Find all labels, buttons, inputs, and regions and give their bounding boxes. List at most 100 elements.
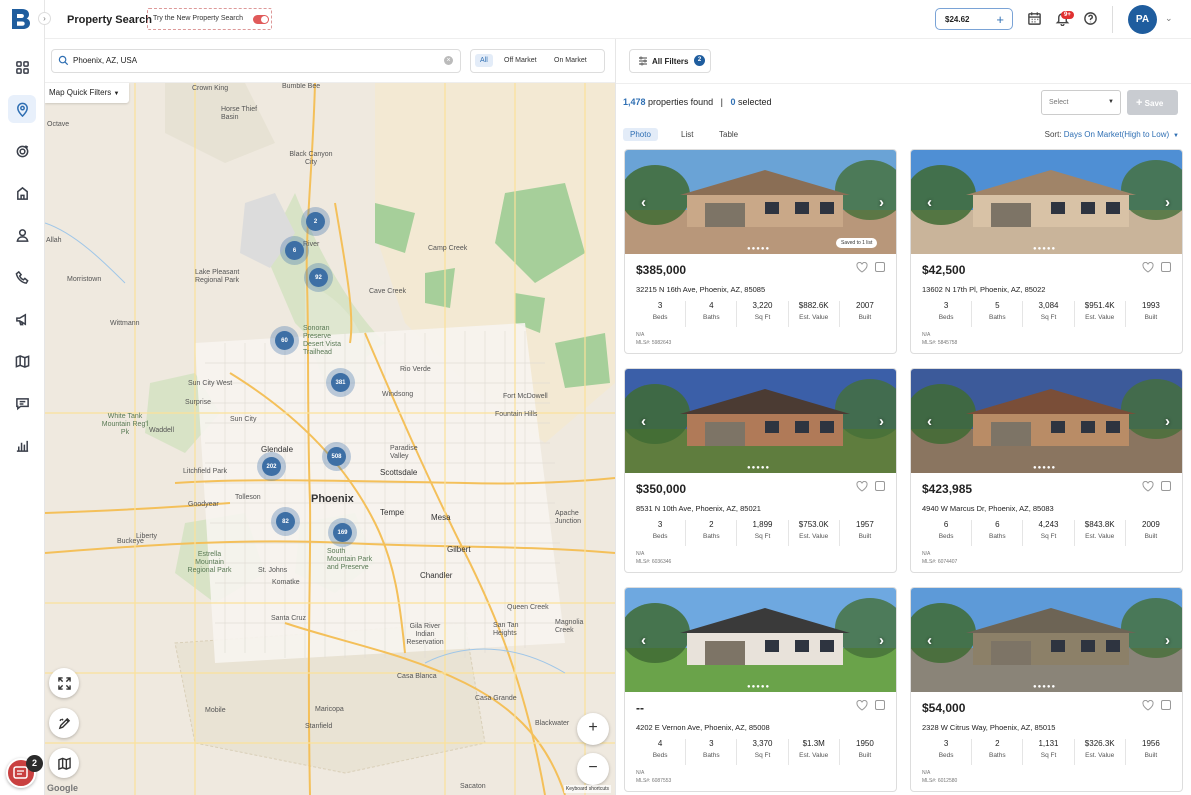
sidebar-collapse-toggle[interactable]: › (38, 12, 51, 25)
select-listing-checkbox[interactable] (875, 262, 885, 272)
map-cluster[interactable]: 82 (271, 507, 300, 536)
favorite-heart-icon[interactable] (856, 700, 868, 711)
map-cluster[interactable]: 202 (257, 452, 286, 481)
map-cluster[interactable]: 2 (301, 207, 330, 236)
sidebar-item-properties[interactable] (8, 179, 36, 207)
avatar[interactable]: PA (1128, 5, 1157, 34)
calendar-button[interactable] (1027, 11, 1043, 27)
next-photo-icon[interactable]: › (879, 413, 884, 430)
zoom-in-button[interactable]: + (577, 713, 609, 745)
sidebar-item-calls[interactable] (8, 263, 36, 291)
sidebar-item-maps[interactable] (8, 347, 36, 375)
map-label: Waddell (149, 427, 174, 435)
location-search-input[interactable]: Phoenix, AZ, USA × (51, 49, 461, 73)
listing-card[interactable]: ‹›●●●●●--4202 E Vernon Ave, Phoenix, AZ,… (624, 587, 897, 792)
sidebar-item-leads[interactable] (8, 137, 36, 165)
listing-photo[interactable]: ‹›●●●●● (911, 588, 1183, 692)
prev-photo-icon[interactable]: ‹ (927, 194, 932, 211)
listing-card[interactable]: ‹›●●●●●$350,0008531 N 10th Ave, Phoenix,… (624, 368, 897, 573)
map-label: Casa Blanca (397, 673, 437, 681)
new-search-switch[interactable] (253, 15, 269, 24)
favorite-heart-icon[interactable] (1142, 262, 1154, 273)
select-listing-checkbox[interactable] (875, 481, 885, 491)
next-photo-icon[interactable]: › (879, 194, 884, 211)
prev-photo-icon[interactable]: ‹ (641, 413, 646, 430)
credit-balance[interactable]: $24.62 + (935, 8, 1013, 30)
map-cluster[interactable]: 508 (322, 442, 351, 471)
map-cluster[interactable]: 381 (326, 368, 355, 397)
segment-off-market[interactable]: Off Market (499, 54, 542, 67)
save-button[interactable]: + Save (1127, 90, 1178, 115)
draw-area-button[interactable] (49, 708, 79, 738)
map-type-button[interactable] (49, 748, 79, 778)
page-title: Property Search (67, 14, 152, 26)
bulk-action-select[interactable]: Select ▼ (1041, 90, 1121, 115)
prev-photo-icon[interactable]: ‹ (927, 413, 932, 430)
listing-photo[interactable]: ‹›●●●●● (625, 369, 897, 473)
add-credit-icon[interactable]: + (996, 12, 1004, 27)
listing-card[interactable]: ‹›●●●●●Saved to 1 list$385,00032215 N 16… (624, 149, 897, 354)
map-label: Litchfield Park (183, 468, 227, 476)
listing-photo[interactable]: ‹›●●●●● (911, 150, 1183, 254)
next-photo-icon[interactable]: › (1165, 413, 1170, 430)
tab-photo[interactable]: Photo (623, 128, 658, 141)
sidebar-item-reports[interactable] (8, 431, 36, 459)
app-logo[interactable] (8, 6, 34, 32)
sidebar-item-marketing[interactable] (8, 305, 36, 333)
stat-value: 3,370 (737, 739, 787, 748)
all-filters-button[interactable]: All Filters 2 (629, 49, 711, 73)
next-photo-icon[interactable]: › (1165, 632, 1170, 649)
tab-table[interactable]: Table (712, 128, 745, 141)
calendar-icon (1027, 11, 1042, 26)
search-value: Phoenix, AZ, USA (73, 56, 137, 65)
listing-photo[interactable]: ‹›●●●●●Saved to 1 list (625, 150, 897, 254)
keyboard-shortcuts-link[interactable]: Keyboard shortcuts (564, 785, 611, 793)
help-button[interactable] (1083, 11, 1099, 27)
bar-chart-icon (15, 438, 30, 453)
map-pin-icon (15, 102, 30, 117)
map-cluster[interactable]: 92 (304, 263, 333, 292)
map-label: Tolleson (235, 494, 261, 502)
map-cluster[interactable]: 60 (270, 326, 299, 355)
prev-photo-icon[interactable]: ‹ (641, 632, 646, 649)
stat-value: $326.3K (1075, 739, 1125, 748)
prev-photo-icon[interactable]: ‹ (641, 194, 646, 211)
map-quick-filters-dropdown[interactable]: Map Quick Filters ▼ (45, 83, 129, 103)
select-listing-checkbox[interactable] (1161, 481, 1171, 491)
stat-est-value: $951.4KEst. Value (1075, 301, 1126, 327)
favorite-heart-icon[interactable] (1142, 481, 1154, 492)
try-new-search-toggle[interactable]: Try the New Property Search (147, 8, 272, 30)
sort-dropdown[interactable]: Sort: Days On Market(High to Low) ▼ (1045, 130, 1179, 139)
favorite-heart-icon[interactable] (856, 262, 868, 273)
segment-on-market[interactable]: On Market (549, 54, 592, 67)
listing-card[interactable]: ‹›●●●●●$54,0002328 W Citrus Way, Phoenix… (910, 587, 1183, 792)
segment-all[interactable]: All (475, 54, 493, 67)
fullscreen-button[interactable] (49, 668, 79, 698)
listing-card[interactable]: ‹›●●●●●$423,9854940 W Marcus Dr, Phoenix… (910, 368, 1183, 573)
chevron-down-icon[interactable]: ⌄ (1165, 13, 1173, 24)
listing-photo[interactable]: ‹›●●●●● (625, 588, 897, 692)
tab-list[interactable]: List (674, 128, 700, 141)
map-label: Horse Thief Basin (221, 106, 261, 122)
select-listing-checkbox[interactable] (1161, 262, 1171, 272)
listing-card[interactable]: ‹›●●●●●$42,50013602 N 17th Pl, Phoenix, … (910, 149, 1183, 354)
map[interactable]: Crown King Bumble Bee Horse Thief Basin … (45, 83, 615, 795)
sidebar-item-contacts[interactable] (8, 221, 36, 249)
favorite-heart-icon[interactable] (856, 481, 868, 492)
clear-search-icon[interactable]: × (444, 56, 453, 65)
next-photo-icon[interactable]: › (879, 632, 884, 649)
map-cluster[interactable]: 169 (328, 518, 357, 547)
map-cluster[interactable]: 6 (280, 236, 309, 265)
select-listing-checkbox[interactable] (1161, 700, 1171, 710)
map-label: Komatke (272, 579, 300, 587)
favorite-heart-icon[interactable] (1142, 700, 1154, 711)
prev-photo-icon[interactable]: ‹ (927, 632, 932, 649)
next-photo-icon[interactable]: › (1165, 194, 1170, 211)
sidebar-item-dashboard[interactable] (8, 53, 36, 81)
select-listing-checkbox[interactable] (875, 700, 885, 710)
sidebar-item-property-search[interactable] (8, 95, 36, 123)
zoom-out-button[interactable]: − (577, 753, 609, 785)
stat-baths: 3Baths (686, 739, 737, 765)
sidebar-item-messages[interactable] (8, 389, 36, 417)
listing-photo[interactable]: ‹›●●●●● (911, 369, 1183, 473)
